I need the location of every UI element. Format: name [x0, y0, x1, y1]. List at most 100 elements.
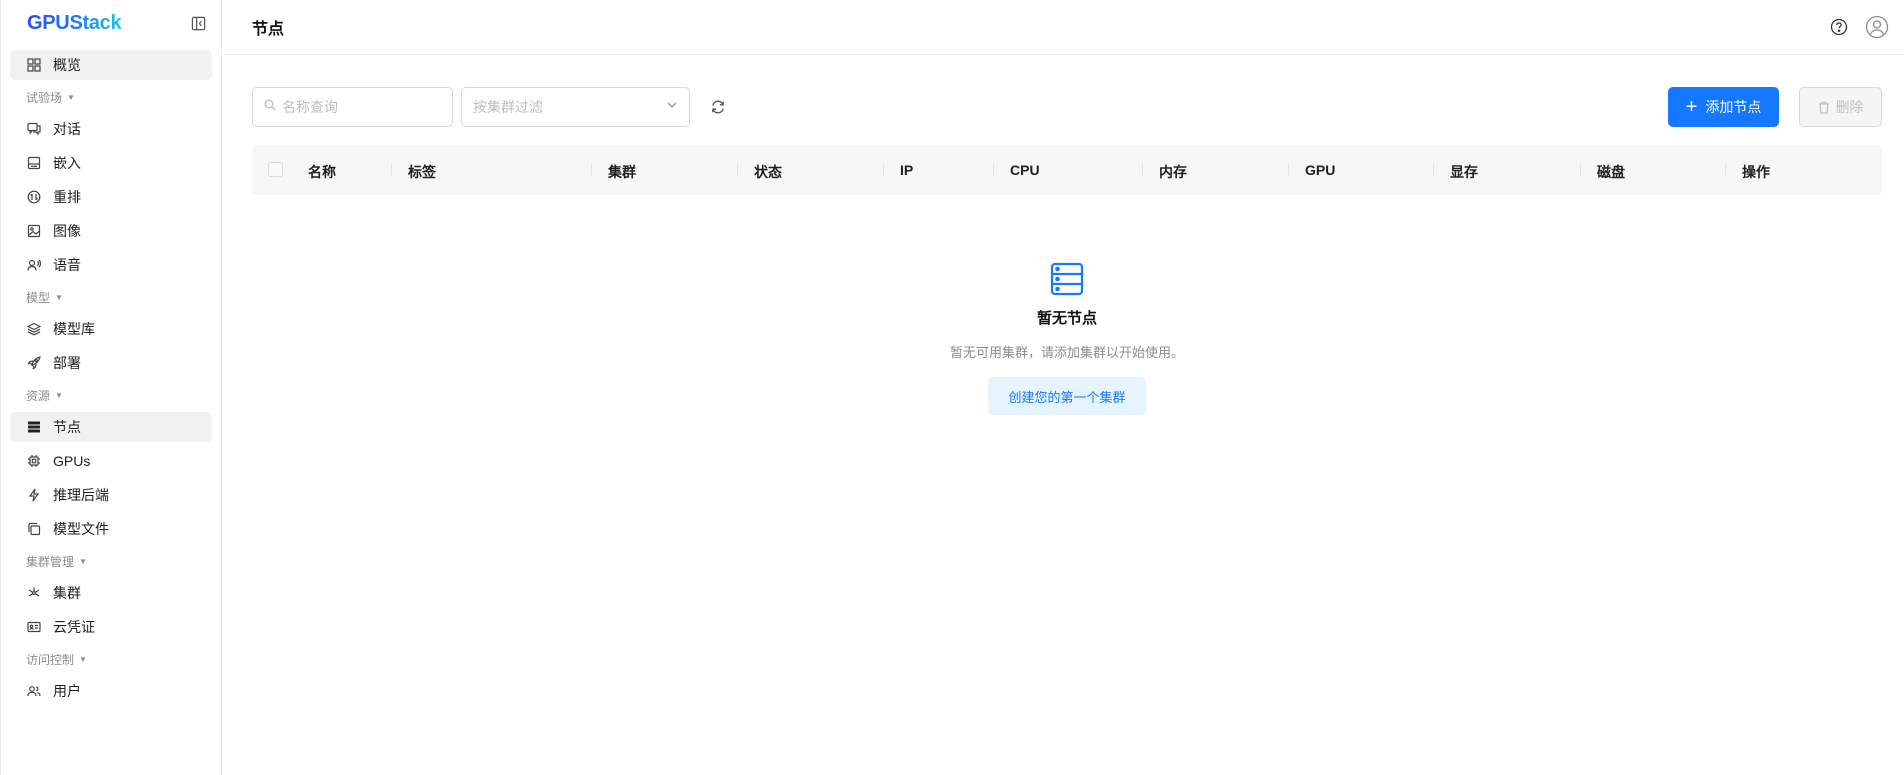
sidebar-item-cloud-credentials[interactable]: 云凭证: [10, 612, 212, 642]
embed-icon: [26, 155, 42, 171]
sidebar-group-label: 模型: [26, 290, 51, 305]
sidebar-item-label: 对话: [53, 121, 81, 137]
sidebar-group-playground[interactable]: 试验场 ▼: [10, 84, 212, 110]
column-header-cluster[interactable]: 集群: [608, 162, 636, 182]
caret-down-icon: ▼: [67, 92, 75, 102]
select-all-checkbox[interactable]: [268, 162, 283, 177]
sidebar-group-label: 集群管理: [26, 554, 75, 569]
create-first-cluster-button[interactable]: 创建您的第一个集群: [988, 377, 1146, 415]
sidebar-group-label: 访问控制: [26, 652, 75, 667]
column-header-disk[interactable]: 磁盘: [1597, 162, 1625, 182]
sidebar-item-model-files[interactable]: 模型文件: [10, 514, 212, 544]
sidebar-item-overview[interactable]: 概览: [10, 50, 212, 80]
sidebar-group-cluster-management[interactable]: 集群管理 ▼: [10, 548, 212, 574]
sidebar-item-image[interactable]: 图像: [10, 216, 212, 246]
sidebar-group-resources[interactable]: 资源 ▼: [10, 382, 212, 408]
empty-state: 暂无节点 暂无可用集群，请添加集群以开始使用。 创建您的第一个集群: [252, 261, 1882, 415]
user-avatar-icon[interactable]: [1864, 14, 1890, 40]
empty-state-description: 暂无可用集群，请添加集群以开始使用。: [949, 345, 1184, 360]
image-icon: [26, 223, 42, 239]
brand-logo[interactable]: GPUStack: [27, 12, 122, 35]
column-divider: [391, 163, 392, 177]
toolbar: 按集群过滤 + 添加节点 删除: [252, 87, 1882, 127]
table-header: 名称 标签 集群 状态 IP CPU 内存 GPU 显存 磁盘 操作: [252, 145, 1882, 195]
sidebar-item-chat[interactable]: 对话: [10, 114, 212, 144]
cluster-filter-select[interactable]: 按集群过滤: [461, 87, 690, 127]
rerank-icon: [26, 189, 42, 205]
caret-down-icon: ▼: [55, 390, 63, 400]
sidebar-item-rerank[interactable]: 重排: [10, 182, 212, 212]
chat-icon: [26, 121, 42, 137]
sidebar-item-embed[interactable]: 嵌入: [10, 148, 212, 178]
sidebar-item-inference-backends[interactable]: 推理后端: [10, 480, 212, 510]
sidebar-group-label: 试验场: [26, 90, 63, 105]
sidebar-item-label: 模型文件: [53, 521, 109, 537]
sidebar-item-label: 模型库: [53, 321, 95, 337]
sidebar-item-label: 重排: [53, 189, 81, 205]
sidebar-group-access-control[interactable]: 访问控制 ▼: [10, 646, 212, 672]
topbar-actions: [1826, 14, 1890, 40]
sidebar-item-model-catalog[interactable]: 模型库: [10, 314, 212, 344]
column-header-gpu[interactable]: GPU: [1305, 162, 1335, 178]
brand-bar: GPUStack: [1, 0, 221, 46]
sidebar-item-label: 概览: [53, 57, 81, 73]
trash-icon: [1818, 101, 1830, 114]
sidebar-nav: 概览 试验场 ▼ 对话 嵌入 重排 图像 语音 模型 ▼ 模型库 部署 资源 ▼…: [1, 46, 221, 714]
sidebar-item-gpus[interactable]: GPUs: [10, 446, 212, 476]
column-divider: [993, 163, 994, 177]
topbar: 节点: [222, 0, 1904, 55]
main-content: 节点 按集群过滤: [222, 0, 1904, 775]
sidebar-item-clusters[interactable]: 集群: [10, 578, 212, 608]
column-divider: [1142, 163, 1143, 177]
column-header-name[interactable]: 名称: [308, 162, 336, 182]
column-divider: [737, 163, 738, 177]
sidebar-item-nodes[interactable]: 节点: [10, 412, 212, 442]
sidebar-item-users[interactable]: 用户: [10, 676, 212, 706]
page-title: 节点: [252, 21, 285, 38]
rocket-icon: [26, 355, 42, 371]
sidebar-item-deploy[interactable]: 部署: [10, 348, 212, 378]
sidebar-group-models[interactable]: 模型 ▼: [10, 284, 212, 310]
help-icon[interactable]: [1826, 14, 1852, 40]
column-divider: [883, 163, 884, 177]
cluster-icon: [26, 585, 42, 601]
sidebar-item-label: 语音: [53, 257, 81, 273]
bolt-icon: [26, 487, 42, 503]
column-divider: [1433, 163, 1434, 177]
users-icon: [26, 683, 42, 699]
refresh-icon[interactable]: [702, 91, 734, 123]
delete-label: 删除: [1835, 99, 1864, 115]
empty-state-title: 暂无节点: [1036, 310, 1097, 327]
column-header-memory[interactable]: 内存: [1159, 162, 1187, 182]
column-header-ip[interactable]: IP: [900, 162, 913, 178]
column-header-labels[interactable]: 标签: [408, 162, 436, 182]
column-header-vram[interactable]: 显存: [1450, 162, 1478, 182]
plus-icon: +: [1685, 96, 1698, 118]
cluster-filter-placeholder: 按集群过滤: [473, 99, 543, 115]
column-divider: [1725, 163, 1726, 177]
sidebar-collapse-icon[interactable]: [189, 14, 207, 32]
page-body: 按集群过滤 + 添加节点 删除 名称: [222, 55, 1904, 415]
voice-icon: [26, 257, 42, 273]
chevron-down-icon: [666, 98, 678, 116]
column-header-cpu[interactable]: CPU: [1010, 162, 1040, 178]
caret-down-icon: ▼: [55, 292, 63, 302]
sidebar-item-voice[interactable]: 语音: [10, 250, 212, 280]
search-input[interactable]: [282, 99, 442, 115]
search-box[interactable]: [252, 87, 453, 127]
caret-down-icon: ▼: [79, 654, 87, 664]
sidebar-item-label: 节点: [53, 419, 81, 435]
column-header-status[interactable]: 状态: [754, 162, 782, 182]
nodes-table: 名称 标签 集群 状态 IP CPU 内存 GPU 显存 磁盘 操作 暂无节点 …: [252, 145, 1882, 415]
sidebar-item-label: 推理后端: [53, 487, 109, 503]
column-divider: [1288, 163, 1289, 177]
sidebar-group-label: 资源: [26, 388, 51, 403]
grid-icon: [26, 57, 42, 73]
files-icon: [26, 521, 42, 537]
delete-button[interactable]: 删除: [1799, 87, 1882, 127]
sidebar-item-label: 嵌入: [53, 155, 81, 171]
add-node-button[interactable]: + 添加节点: [1668, 87, 1779, 127]
column-divider: [591, 163, 592, 177]
caret-down-icon: ▼: [79, 556, 87, 566]
sidebar-item-label: 云凭证: [53, 619, 95, 635]
